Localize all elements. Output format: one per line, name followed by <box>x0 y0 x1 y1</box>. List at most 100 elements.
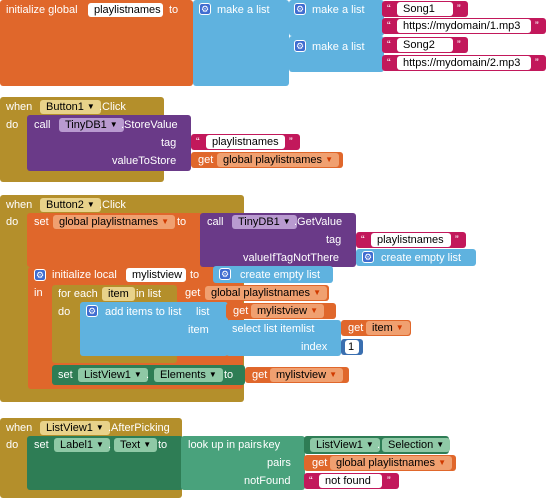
text-block-url2[interactable]: “ https://mydomain/2.mp3 ” <box>382 55 546 71</box>
text-block-song1[interactable]: “ Song1 ” <box>382 1 468 17</box>
get-var-dropdown[interactable]: mylistview ▼ <box>270 368 344 382</box>
get-var-dropdown[interactable]: item ▼ <box>366 321 410 335</box>
dropdown-arrow-icon: ▼ <box>161 217 169 226</box>
button2-dropdown[interactable]: Button2 ▼ <box>40 198 101 212</box>
tag-field[interactable]: playlistnames <box>371 233 451 247</box>
lookup-in-pairs-block[interactable]: look up in pairs key pairs notFound <box>181 436 305 490</box>
global-var-name-field[interactable]: playlistnames <box>88 3 163 17</box>
close-quote-icon: ” <box>457 39 461 51</box>
index-field[interactable]: 1 <box>345 340 359 354</box>
gear-icon[interactable]: ⚙ <box>86 305 98 317</box>
set-label-text-block[interactable]: set Label1 ▼ . Text ▼ to <box>27 436 183 490</box>
make-a-list-label: make a list <box>217 4 270 16</box>
do-label: do <box>6 216 19 228</box>
in-list-label: in list <box>136 288 162 300</box>
get-block[interactable]: get mylistview ▼ <box>226 303 336 319</box>
get-var-name: global playlistnames <box>336 457 436 469</box>
text-block-song2[interactable]: “ Song2 ” <box>382 37 468 53</box>
label1-dropdown[interactable]: Label1 ▼ <box>54 438 110 452</box>
url2-field[interactable]: https://mydomain/2.mp3 <box>397 56 531 70</box>
get-var-dropdown[interactable]: mylistview ▼ <box>251 304 325 318</box>
get-block[interactable]: get global playlistnames ▼ <box>191 152 343 168</box>
create-empty-list-label: create empty list <box>381 252 462 264</box>
get-var-dropdown[interactable]: global playlistnames ▼ <box>217 153 339 167</box>
set-label: set <box>58 369 73 381</box>
listview1-dropdown[interactable]: ListView1 ▼ <box>40 421 110 435</box>
gear-icon[interactable]: ⚙ <box>362 251 374 263</box>
get-block[interactable]: get item ▼ <box>341 320 411 336</box>
create-empty-list-block-1[interactable]: ⚙ create empty list <box>356 249 476 266</box>
add-items-to-list-block[interactable]: ⚙ add items to list list item <box>80 302 228 356</box>
gear-icon[interactable]: ⚙ <box>294 40 306 52</box>
text-block-tag[interactable]: “ playlistnames ” <box>356 232 466 248</box>
set-global-block[interactable]: set global playlistnames ▼ to <box>27 213 203 267</box>
dropdown-arrow-icon: ▼ <box>109 120 118 129</box>
listview1-dropdown[interactable]: ListView1 ▼ <box>310 438 380 452</box>
do-label: do <box>6 439 19 451</box>
component-name: ListView1 <box>84 369 131 381</box>
make-a-list-block-2[interactable]: ⚙ make a list <box>289 36 384 72</box>
make-a-list-label: make a list <box>312 4 365 16</box>
list-label: list <box>196 306 210 318</box>
item-var-field[interactable]: item <box>102 287 135 301</box>
gear-icon[interactable]: ⚙ <box>219 268 231 280</box>
button1-dropdown[interactable]: Button1 ▼ <box>40 100 101 114</box>
get-var-dropdown[interactable]: global playlistnames ▼ <box>330 456 452 470</box>
close-quote-icon: ” <box>387 475 391 487</box>
property-name: Elements <box>160 369 206 381</box>
db-name: TinyDB1 <box>238 216 280 228</box>
gear-icon[interactable]: ⚙ <box>34 269 46 281</box>
get-block[interactable]: get mylistview ▼ <box>245 367 349 383</box>
get-var-dropdown[interactable]: global playlistnames ▼ <box>205 286 327 300</box>
db-name: TinyDB1 <box>65 119 107 131</box>
value-to-store-label: valueToStore <box>112 155 177 167</box>
song2-field[interactable]: Song2 <box>397 38 453 52</box>
tinydb1-dropdown[interactable]: TinyDB1 ▼ <box>59 118 124 132</box>
create-empty-list-block-2[interactable]: ⚙ create empty list <box>213 266 333 283</box>
component-name: ListView1 <box>316 439 363 451</box>
url1-field[interactable]: https://mydomain/1.mp3 <box>397 19 531 33</box>
dropdown-arrow-icon: ▼ <box>282 217 291 226</box>
make-a-list-block-1[interactable]: ⚙ make a list <box>289 0 384 36</box>
open-quote-icon: “ <box>387 3 391 15</box>
gear-icon[interactable]: ⚙ <box>199 3 211 15</box>
dropdown-arrow-icon: ▼ <box>325 155 333 164</box>
to-label: to <box>190 269 200 281</box>
make-a-list-outer-block[interactable]: ⚙ make a list <box>193 0 289 86</box>
not-found-field[interactable]: not found <box>319 474 382 488</box>
get-block[interactable]: get global playlistnames ▼ <box>177 285 329 301</box>
select-item-label: select list item <box>232 323 302 335</box>
text-block-not-found[interactable]: “ not found ” <box>304 473 399 489</box>
text-block-tag[interactable]: “ playlistnames ” <box>191 134 300 150</box>
number-block[interactable]: 1 <box>341 339 363 355</box>
tinydb1-dropdown[interactable]: TinyDB1 ▼ <box>232 215 297 229</box>
tag-field[interactable]: playlistnames <box>206 135 285 149</box>
text-prop-dropdown[interactable]: Text ▼ <box>114 438 158 452</box>
song1-field[interactable]: Song1 <box>397 2 453 16</box>
set-var-dropdown[interactable]: global playlistnames ▼ <box>53 215 175 229</box>
listview-selection-block[interactable]: ListView1 ▼ . Selection ▼ <box>304 436 451 454</box>
open-quote-icon: “ <box>387 20 391 32</box>
gear-icon[interactable]: ⚙ <box>294 3 306 15</box>
event-name: .Click <box>99 101 126 113</box>
dot-label: . <box>146 369 150 381</box>
tinydb-getvalue-block[interactable]: call TinyDB1 ▼ .GetValue tag valueIfTagNo… <box>200 213 356 267</box>
selection-dropdown[interactable]: Selection ▼ <box>382 438 451 452</box>
text-block-url1[interactable]: “ https://mydomain/1.mp3 ” <box>382 18 546 34</box>
close-quote-icon: ” <box>289 136 293 148</box>
close-quote-icon: ” <box>455 234 459 246</box>
set-listview-elements-block[interactable]: set ListView1 ▼ . Elements ▼ to <box>52 365 245 385</box>
dot-label: . <box>108 439 112 451</box>
initialize-global-block[interactable]: initialize global playlistnames to <box>0 0 193 86</box>
get-block[interactable]: get global playlistnames ▼ <box>304 455 456 471</box>
elements-dropdown[interactable]: Elements ▼ <box>154 368 223 382</box>
set-label: set <box>34 216 49 228</box>
listview1-dropdown[interactable]: ListView1 ▼ <box>78 368 148 382</box>
local-name-field[interactable]: mylistview <box>126 268 186 282</box>
when-label: when <box>6 101 33 113</box>
do-label: do <box>58 306 71 318</box>
select-list-item-block[interactable]: select list item list index <box>226 320 341 356</box>
get-var-name: item <box>372 322 393 334</box>
tinydb-storevalue-block[interactable]: call TinyDB1 ▼ .StoreValue tag valueToSto… <box>27 115 191 171</box>
dropdown-arrow-icon: ▼ <box>438 458 446 467</box>
